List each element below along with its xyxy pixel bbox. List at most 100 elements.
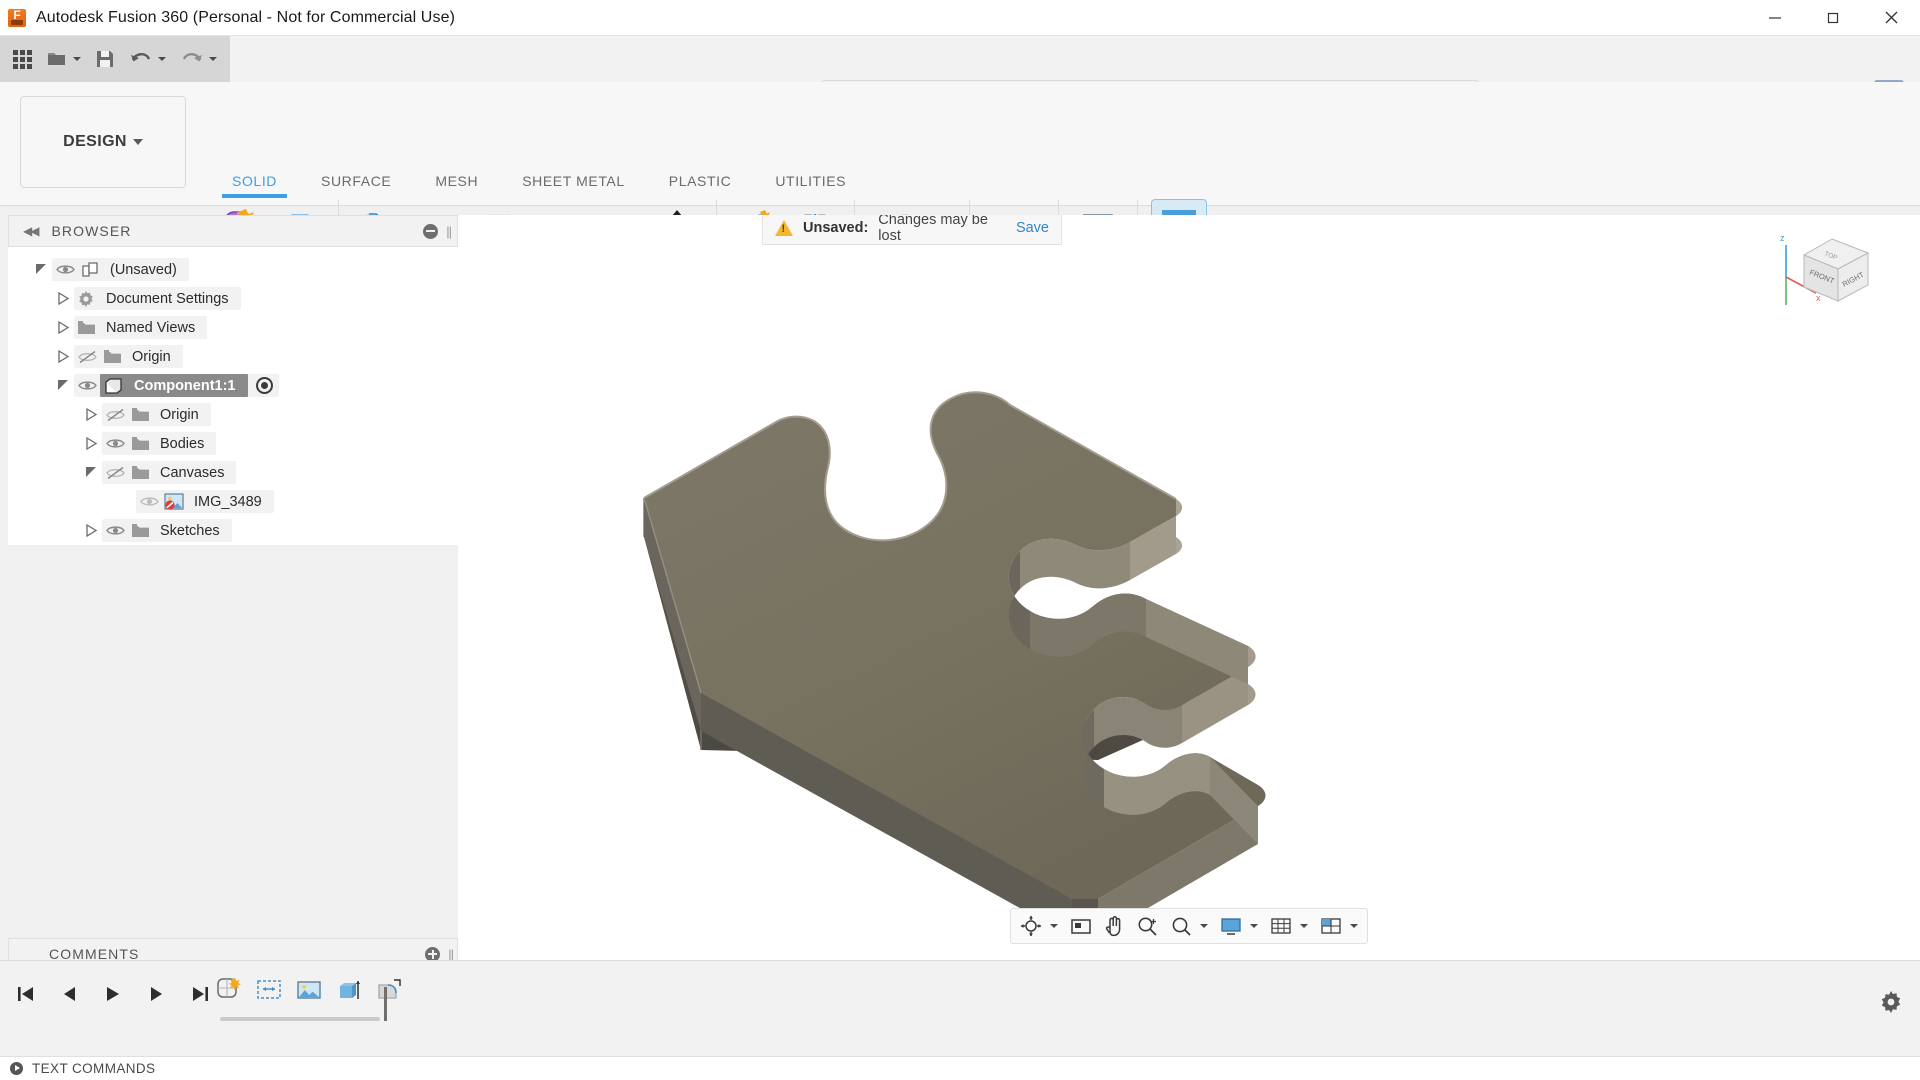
tree-label: Document Settings	[106, 290, 229, 307]
window-title: Autodesk Fusion 360 (Personal - Not for …	[36, 8, 455, 26]
text-commands-bar[interactable]: TEXT COMMANDS	[0, 1056, 1920, 1080]
save-icon[interactable]	[88, 41, 122, 77]
timeline-feature-extrude[interactable]	[332, 973, 366, 1007]
fusion-logo-icon	[8, 8, 26, 27]
visibility-eye-hidden-icon[interactable]	[74, 350, 100, 364]
visibility-eye-icon[interactable]	[136, 495, 162, 508]
tab-plastic[interactable]: PLASTIC	[647, 168, 754, 194]
display-settings-icon[interactable]	[1215, 911, 1263, 941]
twisty-expanded-icon[interactable]	[52, 379, 74, 392]
visibility-eye-icon[interactable]	[74, 379, 100, 392]
redo-icon[interactable]	[173, 41, 224, 77]
collapse-left-icon[interactable]: ◀◀	[23, 224, 40, 238]
timeline-feature-calibrate[interactable]	[252, 973, 286, 1007]
fusion360-window: Autodesk Fusion 360 (Personal - Not for …	[0, 0, 1920, 1080]
visibility-eye-icon[interactable]	[102, 524, 128, 537]
tree-label: Origin	[132, 348, 171, 365]
canvas-image-icon	[162, 493, 186, 510]
ribbon-tabs: SOLID SURFACE MESH SHEET METAL PLASTIC U…	[210, 168, 868, 198]
tab-surface[interactable]: SURFACE	[299, 168, 413, 194]
twisty-collapsed-icon[interactable]	[80, 437, 102, 450]
svg-text:z: z	[1780, 233, 1785, 243]
twisty-collapsed-icon[interactable]	[52, 292, 74, 305]
grid-icon[interactable]	[6, 41, 39, 77]
browser-panel: ◀◀ BROWSER || (Unsaved) Document Setting…	[8, 215, 458, 545]
twisty-collapsed-icon[interactable]	[52, 350, 74, 363]
puzzle-piece-body[interactable]	[458, 215, 1920, 960]
workspace-label: DESIGN	[63, 133, 127, 150]
folder-icon	[128, 523, 152, 538]
tab-sheet-metal[interactable]: SHEET METAL	[500, 168, 647, 194]
minimize-icon[interactable]	[1746, 0, 1804, 36]
close-icon[interactable]	[1862, 0, 1920, 36]
tree-row-img-3489[interactable]: IMG_3489	[8, 487, 458, 516]
browser-header-title: BROWSER	[51, 223, 132, 239]
gear-icon[interactable]	[1878, 989, 1904, 1020]
twisty-collapsed-icon[interactable]	[80, 524, 102, 537]
undo-icon[interactable]	[122, 41, 173, 77]
tree-row-origin-child[interactable]: Origin	[8, 400, 458, 429]
tree-row-unsaved[interactable]: (Unsaved)	[8, 255, 458, 284]
visibility-eye-hidden-icon[interactable]	[102, 466, 128, 480]
tab-mesh[interactable]: MESH	[413, 168, 500, 194]
tree-label: Canvases	[160, 464, 225, 481]
step-forward-icon[interactable]	[142, 979, 172, 1009]
tab-utilities[interactable]: UTILITIES	[753, 168, 868, 194]
visibility-eye-icon[interactable]	[52, 263, 78, 276]
ribbon: DESIGN SOLID SURFACE MESH SHEET METAL PL…	[0, 82, 1920, 273]
tree-label: Bodies	[160, 435, 205, 452]
view-cube[interactable]: z x FRONT RIGHT TOP	[1776, 227, 1886, 337]
activate-component-radio[interactable]	[255, 377, 273, 394]
tree-label: IMG_3489	[194, 493, 262, 510]
tree-row-origin-root[interactable]: Origin	[8, 342, 458, 371]
timeline-feature-sketch[interactable]	[212, 973, 246, 1007]
timeline-marker[interactable]	[384, 987, 387, 1021]
file-icon[interactable]	[39, 41, 88, 77]
tree-row-canvases[interactable]: Canvases	[8, 458, 458, 487]
panel-grip-icon[interactable]: ||	[446, 224, 452, 239]
tree-selection-chip: Component1:1	[100, 374, 248, 397]
twisty-collapsed-icon[interactable]	[80, 408, 102, 421]
fit-screen-icon[interactable]	[1065, 911, 1097, 941]
tree-label: Component1:1	[134, 377, 236, 394]
pan-hand-icon[interactable]	[1099, 911, 1129, 941]
zoom-icon[interactable]	[1131, 911, 1163, 941]
folder-icon	[128, 465, 152, 480]
gear-icon	[74, 290, 98, 308]
visibility-eye-icon[interactable]	[102, 437, 128, 450]
step-back-icon[interactable]	[54, 979, 84, 1009]
tree-label: Sketches	[160, 522, 220, 539]
viewports-icon[interactable]	[1315, 911, 1363, 941]
grid-icon[interactable]	[1265, 911, 1313, 941]
visibility-eye-hidden-icon[interactable]	[102, 408, 128, 422]
quick-access-row: Untitled* × + 9 of 10	[0, 36, 1920, 118]
play-icon[interactable]	[98, 979, 128, 1009]
zoom-window-icon[interactable]	[1165, 911, 1213, 941]
circle-minus-icon[interactable]	[423, 223, 439, 239]
document-icon	[78, 261, 102, 278]
text-commands-label: TEXT COMMANDS	[32, 1061, 156, 1076]
canvas-viewport[interactable]: Unsaved: Changes may be lost Save	[458, 215, 1920, 960]
twisty-expanded-icon[interactable]	[80, 466, 102, 479]
workspace-switcher-button[interactable]: DESIGN	[20, 96, 186, 188]
timeline-feature-canvas[interactable]	[292, 973, 326, 1007]
timeline-playback-controls	[10, 979, 216, 1009]
twisty-expanded-icon[interactable]	[30, 263, 52, 276]
timeline-bar	[0, 960, 1920, 1056]
timeline-feature-fillet[interactable]	[372, 973, 406, 1007]
timeline-track[interactable]	[220, 1017, 380, 1021]
twisty-collapsed-icon[interactable]	[52, 321, 74, 334]
tree-row-sketches[interactable]: Sketches	[8, 516, 458, 545]
folder-icon	[128, 436, 152, 451]
tree-row-component1[interactable]: Component1:1	[8, 371, 458, 400]
skip-start-icon[interactable]	[10, 979, 40, 1009]
folder-icon	[74, 320, 98, 335]
orbit-icon[interactable]	[1015, 911, 1063, 941]
tab-solid[interactable]: SOLID	[210, 168, 299, 198]
maximize-icon[interactable]	[1804, 0, 1862, 36]
folder-icon	[128, 407, 152, 422]
folder-icon	[100, 349, 124, 364]
tree-row-named-views[interactable]: Named Views	[8, 313, 458, 342]
tree-row-document-settings[interactable]: Document Settings	[8, 284, 458, 313]
tree-row-bodies[interactable]: Bodies	[8, 429, 458, 458]
